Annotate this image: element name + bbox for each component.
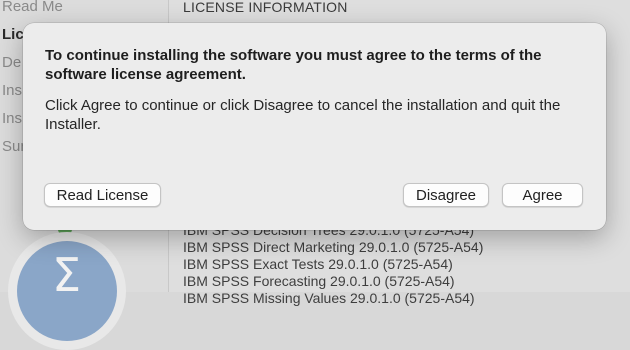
license-agreement-dialog: To continue installing the software you … — [23, 23, 606, 230]
sidebar-step-destination[interactable]: De — [2, 54, 21, 71]
list-item: IBM SPSS Missing Values 29.0.1.0 (5725-A… — [183, 290, 475, 306]
sidebar-step-installation[interactable]: Ins — [2, 110, 22, 127]
read-license-button[interactable]: Read License — [44, 183, 161, 207]
disagree-button[interactable]: Disagree — [403, 183, 489, 207]
list-item: IBM SPSS Exact Tests 29.0.1.0 (5725-A54) — [183, 256, 453, 272]
sidebar-step-license[interactable]: Lic — [2, 26, 24, 43]
sidebar-step-read-me[interactable]: Read Me — [2, 0, 63, 15]
sidebar-step-summary[interactable]: Sur — [2, 138, 25, 155]
sigma-glyph: Σ — [52, 248, 82, 302]
agree-button[interactable]: Agree — [502, 183, 583, 207]
list-item: IBM SPSS Forecasting 29.0.1.0 (5725-A54) — [183, 273, 455, 289]
dialog-message: Click Agree to continue or click Disagre… — [45, 97, 561, 133]
sidebar-step-installation-type[interactable]: Ins — [2, 82, 22, 99]
list-item: IBM SPSS Direct Marketing 29.0.1.0 (5725… — [183, 239, 484, 255]
dialog-heading: To continue installing the software you … — [45, 47, 542, 83]
product-license-list: IBM SPSS Decision Trees 29.0.1.0 (5725-A… — [183, 222, 483, 307]
section-title: LICENSE INFORMATION — [183, 0, 348, 15]
